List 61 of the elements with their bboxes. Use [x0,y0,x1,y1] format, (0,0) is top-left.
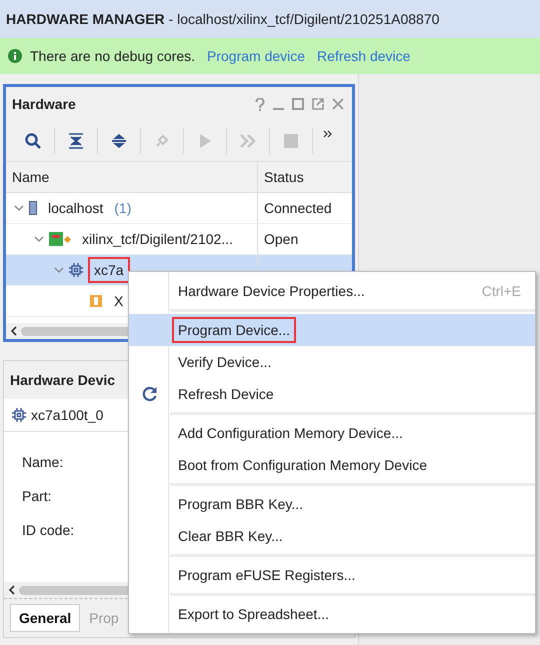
device-name: xc7a100t_0 [31,407,104,423]
menu-item[interactable]: Program BBR Key... [129,488,535,520]
chevron-icon[interactable] [34,234,44,244]
column-header[interactable]: Status [258,169,304,185]
chevron-icon[interactable] [14,203,24,213]
menu-label: Program Device... [172,317,296,343]
float-icon[interactable] [312,98,324,110]
chip-icon [12,408,26,422]
panel-tab[interactable]: General [10,604,80,632]
property-label: Name: [22,454,64,470]
menu-item[interactable]: Refresh Device [129,378,535,410]
node-name: X [113,292,124,311]
node-name: xilinx_tcf/Digilent/2102... [81,230,234,249]
stop-icon[interactable] [282,132,300,150]
core-icon [89,294,103,308]
info-icon [8,49,22,63]
menu-label: Export to Spreadsheet... [177,605,330,624]
menu-item[interactable]: Clear BBR Key... [129,520,535,552]
menu-label: Program eFUSE Registers... [177,566,356,585]
menu-label: Refresh Device [177,385,275,404]
collapse-all-icon[interactable] [67,132,85,150]
node-count: (1) [114,200,132,216]
menu-label: Program BBR Key... [177,495,304,514]
menu-item[interactable]: Boot from Configuration Memory Device [129,449,535,481]
overflow-icon[interactable] [323,130,332,138]
expand-all-icon[interactable] [110,132,128,150]
scroll-left-icon[interactable] [10,326,17,336]
menu-label: Clear BBR Key... [177,527,284,546]
node-name: localhost [47,199,104,218]
property-label: Part: [22,488,52,504]
search-icon[interactable] [24,132,42,150]
banner-message: There are no debug cores. [30,48,195,64]
menu-item[interactable]: Add Configuration Memory Device... [129,417,535,449]
window-title: HARDWARE MANAGER - localhost/xilinx_tcf/Digilent/210251A08870 [6,11,440,27]
fast-forward-icon[interactable] [239,132,257,150]
server-icon [29,201,37,215]
menu-item[interactable]: Program Device... [129,314,535,346]
tree-row[interactable]: localhost (1) Connected [6,193,352,224]
status-cell: Connected [264,200,332,216]
close-icon[interactable] [332,98,344,110]
menu-label: Boot from Configuration Memory Device [177,456,428,475]
help-icon[interactable] [255,98,265,110]
panel-title: Hardware [12,96,77,112]
scroll-left-icon[interactable] [8,585,15,595]
menu-item[interactable]: Export to Spreadsheet... [129,598,535,630]
panel-title: Hardware Devic [10,372,116,388]
banner-link[interactable]: Program device [207,48,306,64]
column-header[interactable]: Name [6,169,50,185]
banner-link[interactable]: Refresh device [317,48,410,64]
shortcut-label: Ctrl+E [482,283,522,299]
menu-item[interactable]: Verify Device... [129,346,535,378]
status-cell: Open [264,231,298,247]
board-icon [49,232,71,246]
menu-label: Verify Device... [177,353,272,372]
menu-label: Add Configuration Memory Device... [177,424,404,443]
refresh-icon [142,386,158,402]
maximize-icon[interactable] [292,98,304,110]
property-label: ID code: [22,522,74,538]
chip-icon [69,263,83,277]
chevron-icon[interactable] [54,265,64,275]
menu-item[interactable]: Program eFUSE Registers... [129,559,535,591]
